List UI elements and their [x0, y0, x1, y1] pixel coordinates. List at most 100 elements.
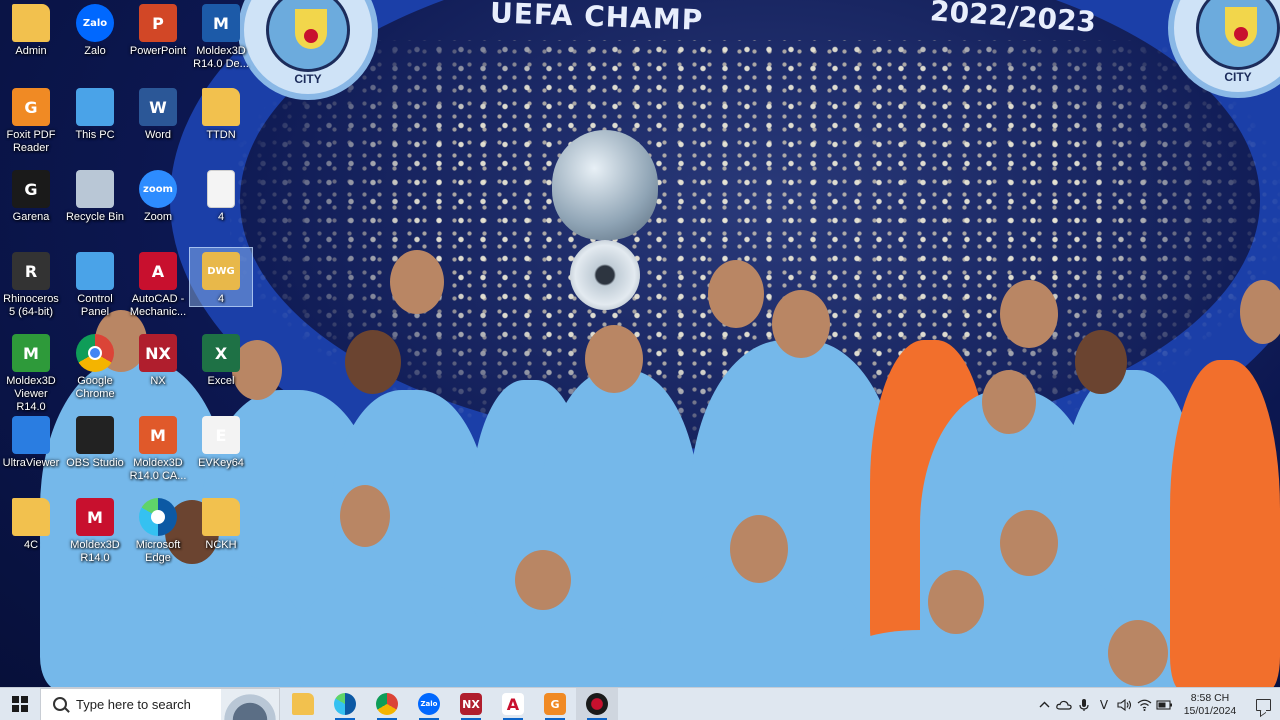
desktop-icon-autocad[interactable]: A AutoCAD - Mechanic...: [127, 248, 189, 319]
desktop-icon-label: 4: [217, 211, 225, 223]
desktop-icon-label: This PC: [75, 129, 115, 141]
desktop-icon-excel[interactable]: X Excel: [190, 330, 252, 388]
taskbar-app-zalo[interactable]: Zalo: [408, 688, 450, 720]
taskbar-app-nx[interactable]: NX: [450, 688, 492, 720]
dwg-file-icon: DWG: [202, 252, 240, 290]
desktop-icon-label: Zoom: [143, 211, 173, 223]
control-panel-icon: [76, 252, 114, 290]
desktop-icon-label: 4C: [23, 539, 39, 551]
desktop-icon-label: Control Panel: [77, 293, 113, 318]
desktop-icon-label: NX: [150, 375, 166, 387]
desktop-icon-label: Zalo: [84, 45, 106, 57]
taskbar-app-garena[interactable]: [576, 687, 618, 720]
desktop-icon-obs[interactable]: OBS Studio: [64, 412, 126, 470]
desktop-icon-label: Moldex3D R14.0 De...: [193, 45, 249, 70]
desktop-icon-folder[interactable]: TTDN: [190, 84, 252, 142]
file-explorer-icon: [292, 693, 314, 715]
onedrive-icon[interactable]: [1054, 688, 1074, 720]
desktop-icon-this-pc[interactable]: This PC: [64, 84, 126, 142]
desktop-icon-label: Admin: [15, 45, 47, 57]
desktop-icon-word[interactable]: W Word: [127, 84, 189, 142]
taskbar-app-file-explorer[interactable]: [282, 688, 324, 720]
ime-icon[interactable]: V: [1094, 688, 1114, 720]
chrome-icon: [76, 334, 114, 372]
blank-file-icon: [207, 170, 235, 208]
taskbar-app-list: Zalo NX A G: [282, 687, 618, 720]
notification-center-button[interactable]: [1246, 688, 1280, 720]
clock-date: 15/01/2024: [1183, 704, 1237, 717]
desktop-icon-nx[interactable]: NX NX: [127, 330, 189, 388]
windows-logo-icon: [12, 696, 28, 712]
desktop-icon-label: Moldex3D R14.0: [70, 539, 120, 564]
system-tray: V 8:58 CH 15/01/2024: [1034, 688, 1280, 720]
excel-icon: X: [202, 334, 240, 372]
powerpoint-icon: P: [139, 4, 177, 42]
desktop-icon-zalo[interactable]: Zalo Zalo: [64, 0, 126, 58]
desktop-icon-label: AutoCAD - Mechanic...: [129, 293, 187, 318]
desktop-icon-rhinoceros[interactable]: R Rhinoceros 5 (64-bit): [0, 248, 62, 319]
clock-time: 8:58 CH: [1190, 691, 1230, 704]
taskbar-app-foxit[interactable]: G: [534, 688, 576, 720]
desktop-icon-ultraviewer[interactable]: UltraViewer: [0, 412, 62, 470]
volume-icon[interactable]: [1114, 688, 1134, 720]
desktop-icon-label: Rhinoceros 5 (64-bit): [3, 293, 59, 318]
desktop-icon-label: Moldex3D R14.0 CA...: [129, 457, 187, 482]
taskbar-search-box[interactable]: Type here to search: [40, 687, 280, 720]
desktop-icon-zoom[interactable]: zoom Zoom: [127, 166, 189, 224]
desktop-icon-folder[interactable]: 4C: [0, 494, 62, 552]
start-button[interactable]: [0, 688, 40, 720]
desktop-icon-label: Foxit PDF Reader: [6, 129, 56, 154]
desktop-icon-label: OBS Studio: [66, 457, 124, 469]
desktop-icon-moldex3d[interactable]: M Moldex3D R14.0: [64, 494, 126, 565]
this-pc-icon: [76, 88, 114, 126]
recycle-bin-icon: [76, 170, 114, 208]
desktop-icon-evkey[interactable]: E EVKey64: [190, 412, 252, 470]
autocad-icon: A: [502, 693, 524, 715]
rhinoceros-icon: R: [12, 252, 50, 290]
ultraviewer-icon: [12, 416, 50, 454]
nx-icon: NX: [460, 693, 482, 715]
taskbar: Type here to search Zalo NX A G V 8:58 CH 1…: [0, 687, 1280, 720]
garena-icon: [586, 693, 608, 715]
foxit-pdf-icon: G: [544, 693, 566, 715]
autocad-icon: A: [139, 252, 177, 290]
network-icon[interactable]: [1134, 688, 1154, 720]
desktop-icon-folder[interactable]: NCKH: [190, 494, 252, 552]
obs-icon: [76, 416, 114, 454]
microphone-icon[interactable]: [1074, 688, 1094, 720]
desktop-icon-moldex3d-viewer[interactable]: M Moldex3D Viewer R14.0: [0, 330, 62, 414]
evkey-icon: E: [202, 416, 240, 454]
search-placeholder: Type here to search: [76, 696, 191, 712]
desktop-icon-dwg-file[interactable]: DWG 4: [189, 247, 253, 307]
zalo-icon: Zalo: [418, 693, 440, 715]
clock[interactable]: 8:58 CH 15/01/2024: [1174, 692, 1246, 718]
desktop-icon-edge[interactable]: Microsoft Edge: [127, 494, 189, 565]
desktop-icon-blank-file[interactable]: 4: [190, 166, 252, 224]
user-folder-icon: [12, 4, 50, 42]
desktop-icon-label: UltraViewer: [2, 457, 60, 469]
desktop-icon-label: Recycle Bin: [65, 211, 125, 223]
desktop-icon-foxit-pdf[interactable]: G Foxit PDF Reader: [0, 84, 62, 155]
desktop-icon-label: Excel: [207, 375, 235, 387]
folder-icon: [202, 498, 240, 536]
desktop-icon-control-panel[interactable]: Control Panel: [64, 248, 126, 319]
taskbar-app-edge[interactable]: [324, 688, 366, 720]
moldex3d-designer-icon: M: [202, 4, 240, 42]
desktop-icon-chrome[interactable]: Google Chrome: [64, 330, 126, 401]
desktop-icon-user-folder[interactable]: Admin: [0, 0, 62, 58]
desktop-icon-recycle-bin[interactable]: Recycle Bin: [64, 166, 126, 224]
edge-icon: [139, 498, 177, 536]
taskbar-app-chrome[interactable]: [366, 688, 408, 720]
desktop-icon-label: Google Chrome: [75, 375, 115, 400]
battery-icon[interactable]: [1154, 688, 1174, 720]
chevron-up-icon[interactable]: [1034, 688, 1054, 720]
desktop-icon-garena[interactable]: G Garena: [0, 166, 62, 224]
desktop-icon-label: 4: [217, 293, 225, 305]
search-highlight-image: [221, 688, 279, 720]
taskbar-app-autocad[interactable]: A: [492, 688, 534, 720]
desktop-icon-powerpoint[interactable]: P PowerPoint: [127, 0, 189, 58]
nx-icon: NX: [139, 334, 177, 372]
desktop-icon-label: TTDN: [206, 129, 236, 141]
desktop-icon-moldex3d-designer[interactable]: M Moldex3D R14.0 De...: [190, 0, 252, 71]
desktop-icon-moldex3d-cad[interactable]: M Moldex3D R14.0 CA...: [127, 412, 189, 483]
